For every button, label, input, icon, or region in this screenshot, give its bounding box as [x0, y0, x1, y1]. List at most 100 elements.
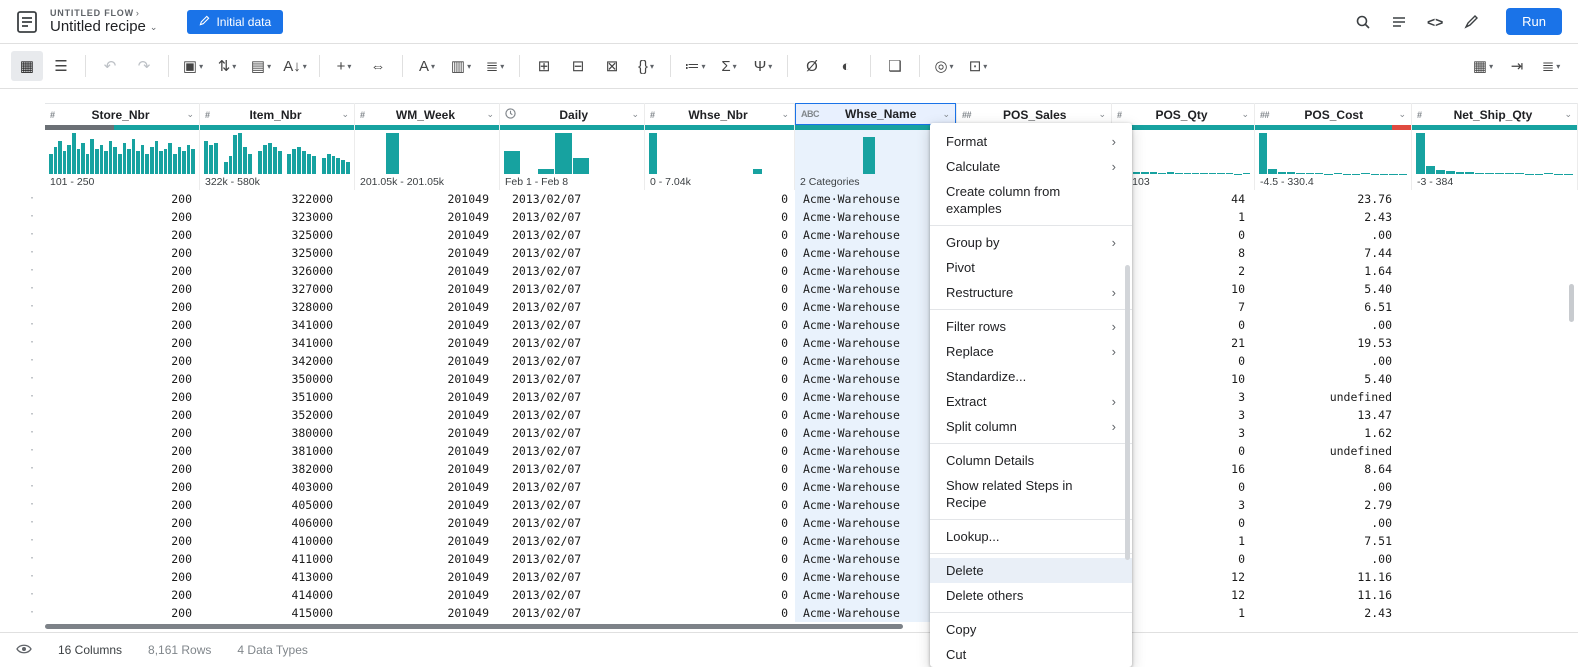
column-header-pos_sales[interactable]: ##POS_Sales⌄: [957, 103, 1111, 125]
grid-cell[interactable]: 5.40: [1255, 280, 1412, 298]
column-histogram[interactable]: [500, 130, 644, 174]
grid-cell[interactable]: 327000: [200, 280, 355, 298]
grid-cell[interactable]: 0: [645, 532, 795, 550]
column-header-daily[interactable]: Daily⌄: [500, 103, 644, 125]
column-histogram[interactable]: [1255, 130, 1411, 174]
grid-cell[interactable]: 342000: [200, 352, 355, 370]
row-marker[interactable]: ·: [0, 496, 45, 514]
row-marker[interactable]: ·: [0, 262, 45, 280]
grid-cell[interactable]: [1412, 478, 1578, 496]
grid-cell[interactable]: .00: [1255, 226, 1412, 244]
column-histogram[interactable]: [1112, 130, 1254, 174]
grid-cell[interactable]: 201049: [355, 334, 500, 352]
grid-cell[interactable]: 16: [1112, 460, 1255, 478]
grid-cell[interactable]: 200: [45, 586, 200, 604]
grid-cell[interactable]: .00: [1255, 478, 1412, 496]
grid-cell[interactable]: 2013/02/07: [500, 568, 645, 586]
grid-cell[interactable]: 200: [45, 334, 200, 352]
grid-cell[interactable]: .00: [1255, 514, 1412, 532]
row-marker[interactable]: ·: [0, 316, 45, 334]
grid-cell[interactable]: 351000: [200, 388, 355, 406]
menu-item-replace[interactable]: Replace›: [930, 339, 1132, 364]
grid-cell[interactable]: 200: [45, 424, 200, 442]
grid-cell[interactable]: 0: [1112, 478, 1255, 496]
grid-cell[interactable]: 326000: [200, 262, 355, 280]
grid-cell[interactable]: 2013/02/07: [500, 244, 645, 262]
grid-cell[interactable]: 0: [645, 352, 795, 370]
grid-cell[interactable]: 2013/02/07: [500, 334, 645, 352]
grid-cell[interactable]: 2: [1112, 262, 1255, 280]
grid-cell[interactable]: 201049: [355, 262, 500, 280]
visibility-eye-icon[interactable]: [16, 643, 32, 658]
grid-cell[interactable]: 0: [645, 388, 795, 406]
column-histogram[interactable]: [355, 130, 499, 174]
grid-cell[interactable]: 2013/02/07: [500, 226, 645, 244]
data-quality-bar[interactable]: [1412, 125, 1577, 130]
grid-cell[interactable]: 328000: [200, 298, 355, 316]
grid-cell[interactable]: 406000: [200, 514, 355, 532]
column-menu-chevron-icon[interactable]: ⌄: [942, 109, 950, 120]
grid-cell[interactable]: [1412, 298, 1578, 316]
grid-cell[interactable]: 0: [645, 496, 795, 514]
search-button[interactable]: [1348, 7, 1378, 37]
row-marker[interactable]: ·: [0, 478, 45, 496]
initial-data-badge[interactable]: Initial data: [187, 10, 283, 34]
grid-cell[interactable]: 0: [1112, 316, 1255, 334]
grid-cell[interactable]: 0: [645, 280, 795, 298]
row-marker[interactable]: ·: [0, 208, 45, 226]
grid-cell[interactable]: 201049: [355, 424, 500, 442]
data-quality-bar[interactable]: [1112, 125, 1254, 130]
grid-cell[interactable]: 200: [45, 370, 200, 388]
grid-cell[interactable]: .00: [1255, 550, 1412, 568]
grid-cell[interactable]: 0: [645, 442, 795, 460]
grid-cell[interactable]: .00: [1255, 352, 1412, 370]
column-menu-chevron-icon[interactable]: ⌄: [486, 109, 494, 120]
grid-cell[interactable]: [1412, 496, 1578, 514]
column-menu-chevron-icon[interactable]: ⌄: [186, 109, 194, 120]
column-header-pos_cost[interactable]: ##POS_Cost⌄: [1255, 103, 1411, 125]
grid-cell[interactable]: undefined: [1255, 442, 1412, 460]
grid-cell[interactable]: 201049: [355, 280, 500, 298]
grid-cell[interactable]: 2013/02/07: [500, 604, 645, 622]
steps-list-button[interactable]: [1384, 7, 1414, 37]
grid-cell[interactable]: 0: [645, 190, 795, 208]
grid-cell[interactable]: 200: [45, 190, 200, 208]
grid-cell[interactable]: 415000: [200, 604, 355, 622]
column-menu-chevron-icon[interactable]: ⌄: [1564, 109, 1572, 120]
row-marker[interactable]: ·: [0, 550, 45, 568]
grid-cell[interactable]: 10: [1112, 280, 1255, 298]
column-header-net_ship_qty[interactable]: #Net_Ship_Qty⌄: [1412, 103, 1577, 125]
list-view-button[interactable]: ☰: [45, 51, 77, 81]
menu-item-pivot[interactable]: Pivot: [930, 255, 1132, 280]
grid-cell[interactable]: 201049: [355, 244, 500, 262]
menu-item-split-column[interactable]: Split column›: [930, 414, 1132, 439]
grid-cell[interactable]: 3: [1112, 388, 1255, 406]
code-view-button[interactable]: <>: [1420, 7, 1450, 37]
grid-cell[interactable]: [1412, 550, 1578, 568]
menu-item-filter-rows[interactable]: Filter rows›: [930, 314, 1132, 339]
grid-cell[interactable]: 201049: [355, 460, 500, 478]
filter-rows-button[interactable]: ▤▾: [245, 51, 277, 81]
grid-cell[interactable]: 0: [645, 604, 795, 622]
grid-cell[interactable]: 0: [645, 226, 795, 244]
grid-cell[interactable]: [1412, 280, 1578, 298]
grid-cell[interactable]: 201049: [355, 226, 500, 244]
grid-cell[interactable]: 0: [1112, 550, 1255, 568]
grid-cell[interactable]: 200: [45, 352, 200, 370]
menu-item-group-by[interactable]: Group by›: [930, 230, 1132, 255]
menu-item-create-column-from-examples[interactable]: Create column from examples: [930, 179, 1132, 221]
grid-cell[interactable]: 2013/02/07: [500, 388, 645, 406]
open-panel-button[interactable]: ⇥: [1501, 51, 1533, 81]
grid-cell[interactable]: 13.47: [1255, 406, 1412, 424]
grid-cell[interactable]: 201049: [355, 388, 500, 406]
column-histogram[interactable]: [1412, 130, 1577, 174]
menu-item-restructure[interactable]: Restructure›: [930, 280, 1132, 305]
sort-rows-button[interactable]: ⇅▾: [211, 51, 243, 81]
row-marker[interactable]: ·: [0, 568, 45, 586]
grid-cell[interactable]: 5.40: [1255, 370, 1412, 388]
grid-cell[interactable]: [1412, 208, 1578, 226]
row-marker[interactable]: ·: [0, 370, 45, 388]
row-marker[interactable]: ·: [0, 226, 45, 244]
row-marker[interactable]: ·: [0, 244, 45, 262]
grid-cell[interactable]: 201049: [355, 568, 500, 586]
